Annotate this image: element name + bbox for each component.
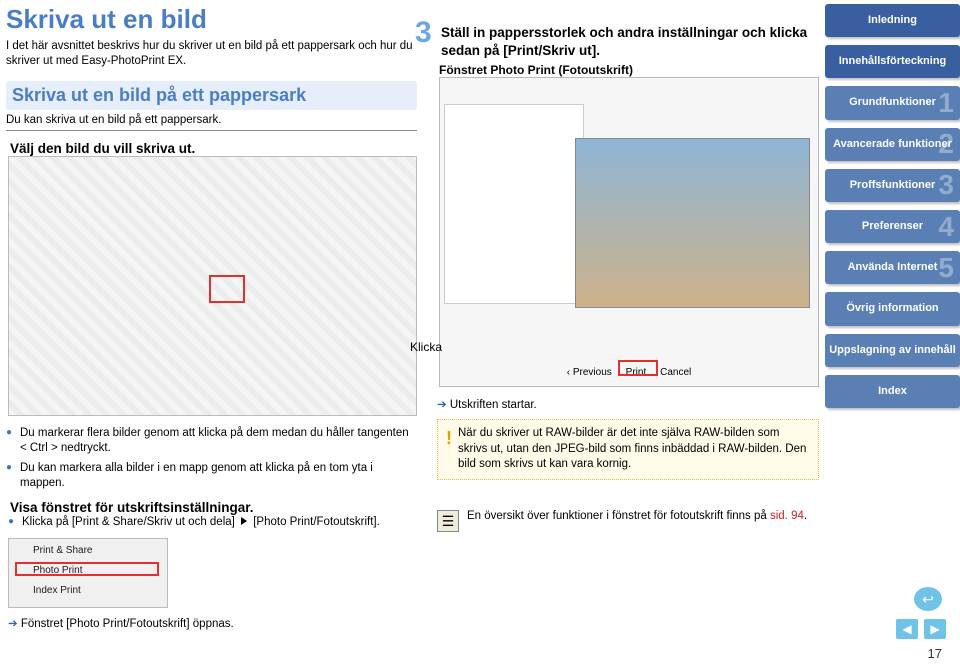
sidebar-item-grund[interactable]: Grundfunktioner1 (825, 86, 960, 119)
sidebar-nav: Inledning Innehållsförteckning Grundfunk… (825, 0, 960, 640)
page-link-94[interactable]: sid. 94 (770, 510, 804, 522)
step-3-heading: Ställ in pappersstorlek och andra instäl… (441, 24, 819, 59)
warning-box: ! När du skriver ut RAW-bilder är det in… (437, 419, 819, 480)
step-2-number: 2 (0, 492, 1, 526)
tip-text: En översikt över funktioner i fönstret f… (467, 510, 807, 522)
highlight-box (618, 360, 658, 376)
tip-row: ☰ En översikt över funktioner i fönstret… (437, 510, 819, 532)
section-subtitle: Skriva ut en bild på ett pappersark (6, 81, 417, 110)
tip-icon: ☰ (437, 510, 459, 532)
sidebar-item-internet[interactable]: Använda Internet5 (825, 251, 960, 284)
step-3-caption: Fönstret Photo Print (Fotoutskrift) (439, 63, 819, 77)
tips-list: Du markerar flera bilder genom att klick… (6, 426, 417, 492)
tip-select-all: Du kan markera alla bilder i en mapp gen… (6, 461, 417, 492)
page-number: 17 (928, 646, 942, 661)
sidebar-item-ovrig[interactable]: Övrig information (825, 292, 960, 325)
step-1-heading: Välj den bild du vill skriva ut. (10, 141, 417, 156)
menu-print-share: Print & Share (33, 545, 92, 556)
sidebar-item-label: Proffsfunktioner (850, 179, 936, 191)
screenshot-print-dialog: ‹ Previous Print Cancel (439, 77, 819, 387)
step-1-number: 1 (0, 133, 1, 167)
open-note: Fönstret [Photo Print/Fotoutskrift] öppn… (8, 616, 417, 630)
sidebar-item-label: Använda Internet (848, 261, 938, 273)
klicka-label: Klicka (410, 340, 442, 354)
dialog-left-panel (444, 104, 584, 304)
sidebar-item-toc[interactable]: Innehållsförteckning (825, 45, 960, 78)
sidebar-number-icon: 4 (938, 210, 954, 244)
sidebar-item-inledning[interactable]: Inledning (825, 4, 960, 37)
sidebar-item-label: Avancerade funktioner (833, 138, 952, 150)
step-1: 1 Välj den bild du vill skriva ut. (6, 141, 417, 416)
warning-text: När du skriver ut RAW-bilder är det inte… (458, 426, 810, 473)
sidebar-item-uppslagning[interactable]: Uppslagning av innehåll (825, 334, 960, 367)
page-nav: ◀ ▶ (896, 619, 946, 639)
step-2-post: [Photo Print/Fotoutskrift]. (250, 516, 380, 528)
highlight-box (209, 275, 245, 303)
return-button[interactable]: ↩ (914, 587, 942, 611)
step-2: 2 Visa fönstret för utskriftsinställning… (6, 500, 417, 631)
sidebar-item-proffs[interactable]: Proffsfunktioner3 (825, 169, 960, 202)
highlight-box (15, 562, 159, 576)
sidebar-item-index[interactable]: Index (825, 375, 960, 408)
print-starts-note: Utskriften startar. (437, 397, 819, 411)
next-page-button[interactable]: ▶ (924, 619, 946, 639)
tip-ctrl-select: Du markerar flera bilder genom att klick… (6, 426, 417, 457)
intro-text: I det här avsnittet beskrivs hur du skri… (6, 39, 417, 69)
sidebar-number-icon: 2 (938, 127, 954, 161)
menu-index-print: Index Print (33, 585, 81, 596)
tip-post: . (804, 510, 807, 522)
dialog-preview-photo (575, 138, 810, 308)
triangle-icon (241, 517, 247, 525)
screenshot-browser (8, 156, 417, 416)
section-intro: Du kan skriva ut en bild på ett pappersa… (6, 114, 417, 131)
sidebar-number-icon: 1 (938, 86, 954, 120)
sidebar-item-avancerade[interactable]: Avancerade funktioner2 (825, 128, 960, 161)
sidebar-number-icon: 3 (938, 169, 954, 203)
step-2-pre: Klicka på [Print & Share/Skriv ut och de… (22, 516, 238, 528)
step-3-number: 3 (415, 16, 432, 50)
step-2-instruction: Klicka på [Print & Share/Skriv ut och de… (8, 515, 417, 531)
step-2-heading: Visa fönstret för utskriftsinställningar… (10, 500, 417, 515)
sidebar-item-label: Grundfunktioner (849, 96, 936, 108)
tip-pre: En översikt över funktioner i fönstret f… (467, 510, 770, 522)
warning-icon: ! (446, 426, 452, 473)
sidebar-item-label: Preferenser (862, 220, 923, 232)
prev-page-button[interactable]: ◀ (896, 619, 918, 639)
screenshot-print-menu: Print & Share Photo Print Index Print (8, 538, 168, 608)
page-title: Skriva ut en bild (6, 4, 417, 35)
step-3: 3 Ställ in pappersstorlek och andra inst… (437, 24, 819, 387)
sidebar-number-icon: 5 (938, 251, 954, 285)
sidebar-item-preferenser[interactable]: Preferenser 4 (825, 210, 960, 243)
